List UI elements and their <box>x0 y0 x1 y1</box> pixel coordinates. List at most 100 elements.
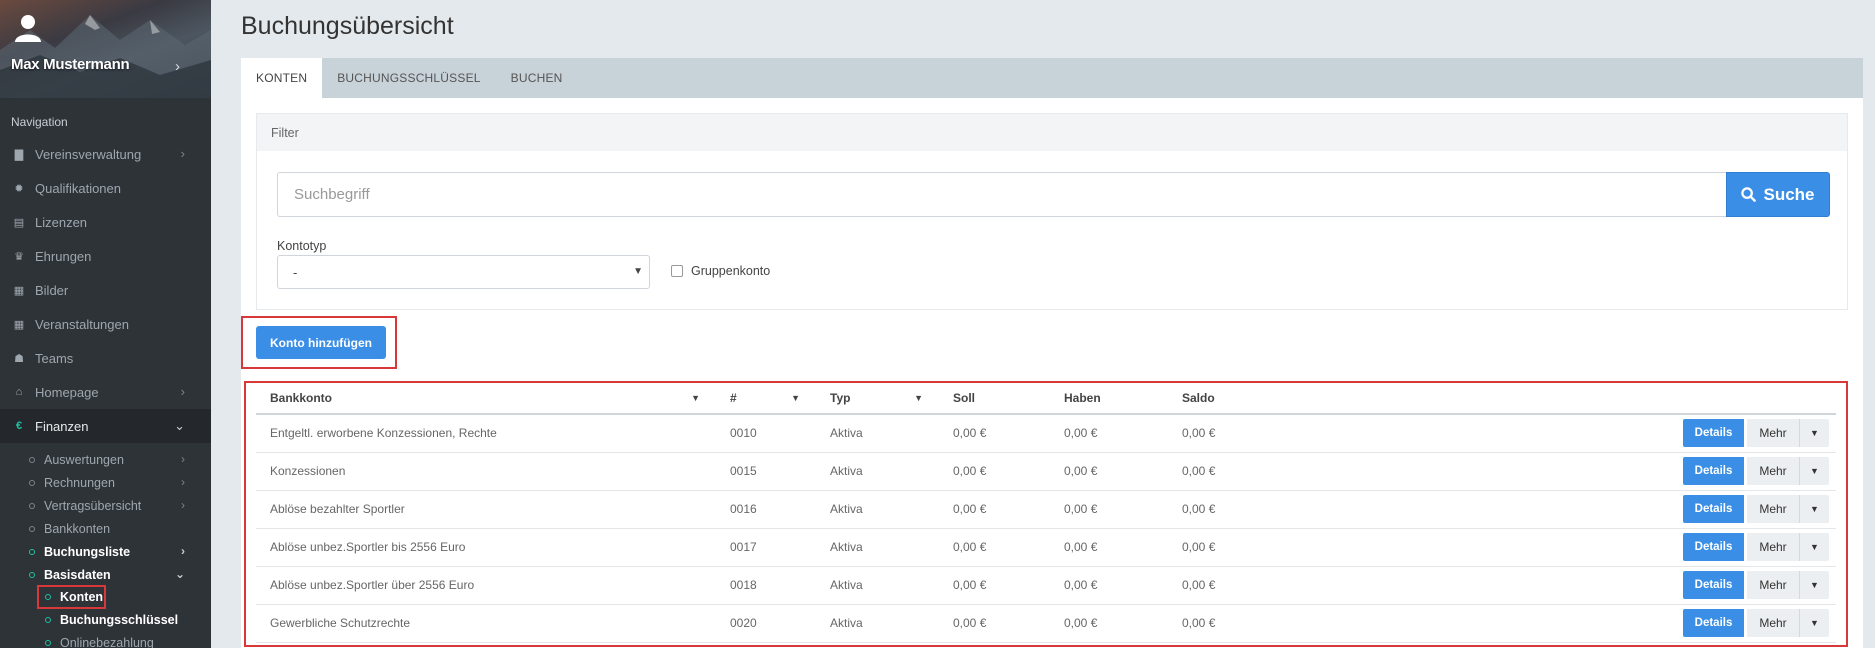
column-header-bankkonto[interactable]: Bankkonto ▼ <box>256 383 716 415</box>
table-row: Ablöse unbez.Sportler bis 2556 Euro 0017 A… <box>256 528 1836 567</box>
gruppenkonto-checkbox[interactable]: Gruppenkonto <box>671 264 770 278</box>
subnav2-item-buchungsschlüssel[interactable]: Buchungsschlüssel <box>0 608 211 631</box>
sidebar-item-label: Ehrungen <box>35 248 92 264</box>
tab-konten[interactable]: KONTEN <box>241 58 323 98</box>
search-input[interactable] <box>277 172 1726 217</box>
cell-soll: 0,00 € <box>939 528 1050 567</box>
column-header-nr[interactable]: # ▼ <box>716 383 816 415</box>
bullet-icon <box>45 594 51 600</box>
sidebar-item-bilder[interactable]: ▦ Bilder <box>0 273 211 307</box>
tab-buchen[interactable]: BUCHEN <box>496 58 578 98</box>
search-icon <box>1741 187 1757 202</box>
caret-down-icon[interactable]: ▼ <box>1800 457 1829 485</box>
accounts-table: Bankkonto ▼ # ▼ Typ ▼ Soll Haben Saldo Entg… <box>256 383 1836 643</box>
details-button[interactable]: Details <box>1683 533 1744 561</box>
file-icon: ▦ <box>13 284 25 297</box>
chevron-right-icon: › <box>180 384 185 399</box>
sidebar-item-veranstaltungen[interactable]: ▦ Veranstaltungen <box>0 307 211 341</box>
column-header-haben: Haben <box>1050 383 1168 415</box>
subnav-item-label: Buchungsliste <box>44 544 131 559</box>
subnav-item-buchungsliste[interactable]: Buchungsliste › <box>0 540 211 563</box>
cell-nr: 0017 <box>716 528 816 567</box>
mehr-button[interactable]: Mehr <box>1747 609 1800 637</box>
cell-haben: 0,00 € <box>1050 604 1168 643</box>
sidebar-item-lizenzen[interactable]: ▤ Lizenzen <box>0 205 211 239</box>
subnav-item-bankkonten[interactable]: Bankkonten <box>0 517 211 540</box>
sidebar-item-vereinsverwaltung[interactable]: ▇ Vereinsverwaltung › <box>0 137 211 171</box>
subnav-item-auswertungen[interactable]: Auswertungen › <box>0 448 211 471</box>
tab-buchungsschluessel[interactable]: BUCHUNGSSCHLÜSSEL <box>322 58 495 98</box>
caret-down-icon[interactable]: ▼ <box>1800 571 1829 599</box>
cell-actions: Details Mehr ▼ <box>1298 528 1836 567</box>
caret-down-icon[interactable]: ▼ <box>1800 419 1829 448</box>
subnav-item-basisdaten[interactable]: Basisdaten ⌄ <box>0 563 211 586</box>
details-button[interactable]: Details <box>1683 571 1744 599</box>
calendar-icon: ▦ <box>13 318 25 331</box>
cell-bankkonto: Konzessionen <box>256 452 716 491</box>
mehr-button[interactable]: Mehr <box>1747 571 1800 599</box>
kontotyp-select[interactable]: - ▼ <box>277 255 650 289</box>
cell-haben: 0,00 € <box>1050 490 1168 529</box>
user-profile[interactable]: Max Mustermann › <box>0 0 211 98</box>
mehr-button[interactable]: Mehr <box>1747 495 1800 523</box>
details-button[interactable]: Details <box>1683 495 1744 523</box>
checkbox-icon[interactable] <box>671 265 683 277</box>
caret-down-icon[interactable]: ▼ <box>1800 495 1829 523</box>
cell-typ: Aktiva <box>816 604 939 643</box>
sidebar-item-teams[interactable]: ☗ Teams <box>0 341 211 375</box>
users-icon: ☗ <box>14 352 24 365</box>
sort-caret-icon[interactable]: ▼ <box>914 393 923 403</box>
cell-haben: 0,00 € <box>1050 528 1168 567</box>
sidebar-item-finanzen[interactable]: € Finanzen ⌄ <box>0 409 211 443</box>
cell-nr: 0018 <box>716 566 816 605</box>
mehr-button[interactable]: Mehr <box>1747 533 1800 561</box>
row-actions: Details Mehr ▼ <box>1683 571 1829 599</box>
mehr-button[interactable]: Mehr <box>1747 457 1800 485</box>
row-actions: Details Mehr ▼ <box>1683 495 1829 523</box>
column-header-typ[interactable]: Typ ▼ <box>816 383 939 415</box>
row-actions: Details Mehr ▼ <box>1683 419 1829 448</box>
sidebar-item-qualifikationen[interactable]: ✹ Qualifikationen <box>0 171 211 205</box>
subnav2-item-konten[interactable]: Konten <box>37 585 106 609</box>
details-button[interactable]: Details <box>1683 609 1744 637</box>
home-icon: ⌂ <box>15 386 23 398</box>
subnav-item-rechnungen[interactable]: Rechnungen › <box>0 471 211 494</box>
table-row: Konzessionen 0015 Aktiva 0,00 €0,00 €0,00 €… <box>256 452 1836 491</box>
chevron-right-icon[interactable]: › <box>175 58 180 75</box>
subnav2-item-onlinebezahlung[interactable]: Onlinebezahlung <box>0 631 211 648</box>
subnav2-item-label: Onlinebezahlung <box>60 635 154 648</box>
cell-haben: 0,00 € <box>1050 566 1168 605</box>
sidebar: Max Mustermann › Navigation ▇ Vereinsverw… <box>0 0 211 648</box>
caret-down-icon[interactable]: ▼ <box>1800 533 1829 561</box>
sort-caret-icon[interactable]: ▼ <box>691 393 700 403</box>
column-header-soll: Soll <box>939 383 1050 415</box>
add-account-button[interactable]: Konto hinzufügen <box>256 326 386 359</box>
subnav-item-vertragsübersicht[interactable]: Vertragsübersicht › <box>0 494 211 517</box>
cell-typ: Aktiva <box>816 566 939 605</box>
cell-soll: 0,00 € <box>939 490 1050 529</box>
cell-saldo: 0,00 € <box>1168 528 1298 567</box>
caret-down-icon[interactable]: ▼ <box>1800 609 1829 637</box>
cell-soll: 0,00 € <box>939 452 1050 491</box>
details-button[interactable]: Details <box>1683 457 1744 485</box>
row-actions: Details Mehr ▼ <box>1683 533 1829 561</box>
subnav2-item-label: Konten <box>60 590 104 604</box>
details-button[interactable]: Details <box>1683 419 1744 448</box>
sidebar-item-ehrungen[interactable]: ♛ Ehrungen <box>0 239 211 273</box>
content-panel: Filter Suche Kontotyp - ▼ Gruppenkonto K… <box>241 98 1863 648</box>
column-header-saldo: Saldo <box>1168 383 1298 415</box>
cell-actions: Details Mehr ▼ <box>1298 566 1836 605</box>
cell-nr: 0016 <box>716 490 816 529</box>
gruppenkonto-label: Gruppenkonto <box>691 264 771 278</box>
page-title: Buchungsübersicht <box>241 12 454 40</box>
user-name: Max Mustermann <box>11 56 130 73</box>
cell-typ: Aktiva <box>816 528 939 567</box>
sort-caret-icon[interactable]: ▼ <box>791 393 800 403</box>
mehr-button[interactable]: Mehr <box>1747 419 1800 448</box>
id-card-icon: ▤ <box>13 216 25 229</box>
search-button[interactable]: Suche <box>1726 172 1830 217</box>
tab-bar: KONTEN BUCHUNGSSCHLÜSSEL BUCHEN <box>241 58 1863 98</box>
sidebar-item-label: Lizenzen <box>35 214 88 230</box>
cell-nr: 0015 <box>716 452 816 491</box>
sidebar-item-homepage[interactable]: ⌂ Homepage › <box>0 375 211 409</box>
